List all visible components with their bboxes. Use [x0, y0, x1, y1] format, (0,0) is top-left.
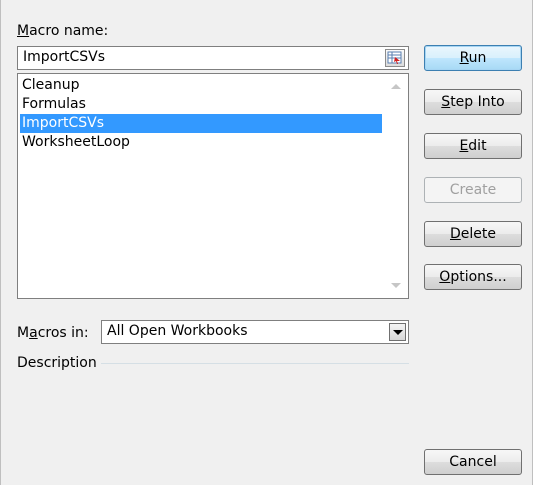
macros-in-label: Macros in:	[17, 325, 89, 341]
scroll-down-icon[interactable]	[391, 283, 401, 288]
macros-in-dropdown[interactable]: All Open Workbooks	[101, 320, 409, 344]
cancel-button[interactable]: Cancel	[424, 449, 522, 475]
step-into-button[interactable]: Step Into	[424, 89, 522, 115]
macro-name-value: ImportCSVs	[23, 49, 105, 65]
list-item[interactable]: Formulas	[20, 95, 382, 114]
description-label: Description	[17, 355, 97, 371]
list-item[interactable]: Cleanup	[20, 76, 382, 95]
list-item[interactable]: WorksheetLoop	[20, 133, 382, 152]
edit-button[interactable]: Edit	[424, 133, 522, 159]
macros-in-value: All Open Workbooks	[107, 323, 248, 339]
macro-name-input[interactable]: ImportCSVs	[17, 46, 409, 70]
macro-dialog: Macro name: ImportCSVs Cleanup Formulas …	[0, 0, 533, 485]
collapse-dialog-icon[interactable]	[385, 49, 405, 67]
dropdown-arrow-icon[interactable]	[389, 323, 406, 341]
description-divider	[101, 363, 409, 364]
title-bar-edge	[1, 0, 532, 8]
options-button[interactable]: Options...	[424, 264, 522, 290]
list-scrollbar[interactable]	[385, 74, 408, 298]
create-button[interactable]: Create	[424, 177, 522, 203]
macro-name-label: Macro name:	[17, 23, 109, 39]
scroll-up-icon[interactable]	[391, 84, 401, 89]
macro-list[interactable]: Cleanup Formulas ImportCSVs WorksheetLoo…	[17, 73, 409, 299]
delete-button[interactable]: Delete	[424, 221, 522, 247]
run-button[interactable]: Run	[424, 45, 522, 71]
list-item-selected[interactable]: ImportCSVs	[20, 114, 382, 133]
